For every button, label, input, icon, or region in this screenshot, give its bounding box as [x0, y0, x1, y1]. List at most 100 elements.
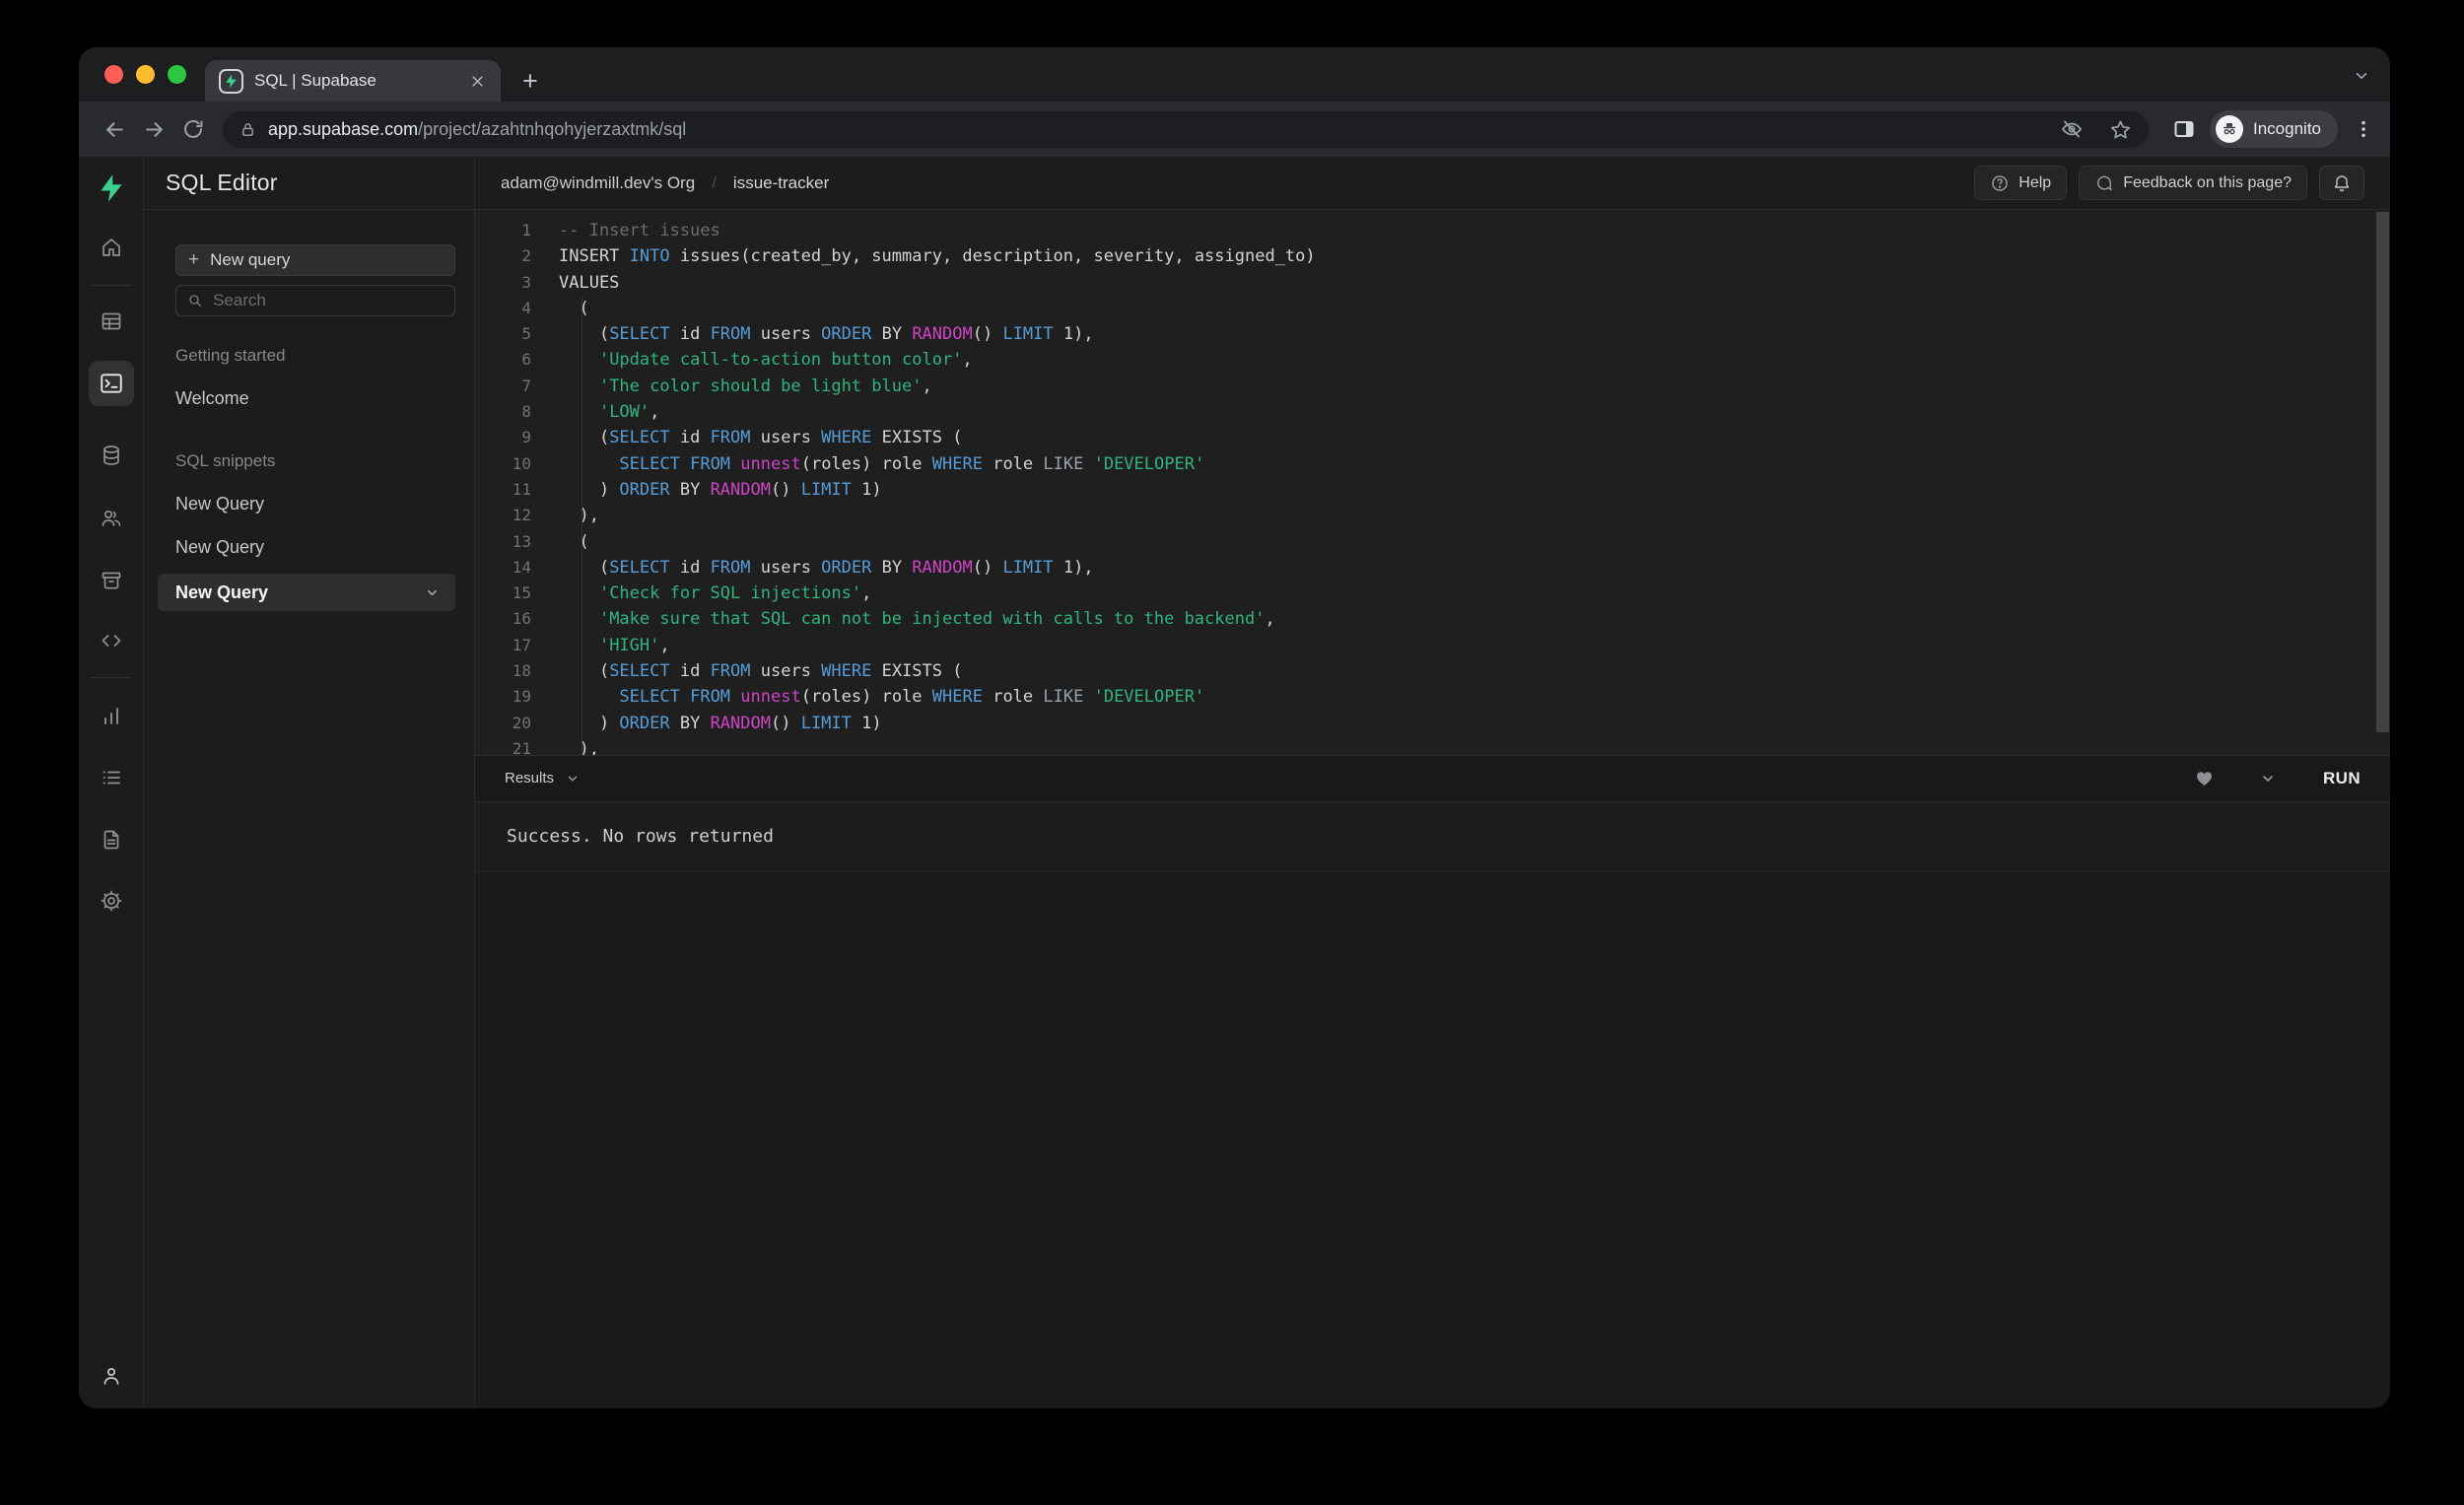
supabase-favicon-icon — [219, 68, 243, 94]
line-number: 11 — [512, 479, 531, 499]
code-line[interactable]: 8 'LOW', — [475, 399, 2390, 425]
page-title: SQL Editor — [166, 170, 278, 195]
help-icon — [1992, 174, 2009, 191]
code-line[interactable]: 3 VALUES — [475, 270, 2390, 296]
database-icon[interactable] — [92, 436, 131, 475]
back-icon[interactable] — [95, 109, 134, 149]
search-input[interactable] — [213, 291, 444, 310]
bell-icon — [2334, 174, 2350, 191]
new-tab-button[interactable]: + — [522, 60, 538, 102]
incognito-icon — [2216, 115, 2243, 143]
results-dropdown[interactable]: Results — [505, 770, 554, 787]
code-line[interactable]: 2 INSERT INTO issues(created_by, summary,… — [475, 243, 2390, 269]
results-chevron-icon[interactable] — [566, 772, 580, 786]
code-line[interactable]: 20 ) ORDER BY RANDOM() LIMIT 1) — [475, 711, 2390, 736]
docs-icon[interactable] — [92, 820, 131, 859]
url-bar[interactable]: app.supabase.com/project/azahtnhqohyjerz… — [223, 110, 2149, 148]
bookmark-star-icon[interactable] — [2109, 118, 2132, 141]
code-line[interactable]: 17 'HIGH', — [475, 633, 2390, 658]
code-line[interactable]: 18 (SELECT id FROM users WHERE EXISTS ( — [475, 658, 2390, 684]
line-number: 12 — [512, 506, 531, 525]
line-number: 18 — [512, 661, 531, 681]
line-number: 16 — [512, 609, 531, 629]
line-number: 4 — [521, 298, 531, 317]
account-icon[interactable] — [92, 1356, 131, 1396]
save-chevron-icon[interactable] — [2260, 771, 2276, 787]
code-line[interactable]: 12 ), — [475, 503, 2390, 528]
line-number: 17 — [512, 635, 531, 654]
reload-icon[interactable] — [173, 109, 213, 149]
run-button[interactable]: RUN — [2323, 769, 2361, 788]
code-line[interactable]: 7 'The color should be light blue', — [475, 374, 2390, 399]
editor-scrollbar[interactable] — [2376, 212, 2389, 755]
incognito-label: Incognito — [2253, 119, 2321, 138]
line-number: 13 — [512, 531, 531, 551]
tab-close-icon[interactable] — [468, 72, 487, 91]
line-number: 21 — [512, 738, 531, 755]
browser-tab-strip: SQL | Supabase + — [79, 47, 2390, 102]
line-number: 20 — [512, 713, 531, 732]
window-zoom-button[interactable] — [168, 65, 186, 84]
new-query-button[interactable]: + New query — [175, 244, 455, 276]
code-line[interactable]: 15 'Check for SQL injections', — [475, 581, 2390, 606]
storage-icon[interactable] — [92, 561, 131, 600]
code-line[interactable]: 11 ) ORDER BY RANDOM() LIMIT 1) — [475, 477, 2390, 503]
code-line[interactable]: 4 ( — [475, 296, 2390, 321]
edge-functions-icon[interactable] — [92, 621, 131, 660]
settings-gear-icon[interactable] — [92, 881, 131, 921]
line-number: 2 — [521, 246, 531, 266]
code-line[interactable]: 14 (SELECT id FROM users ORDER BY RANDOM… — [475, 555, 2390, 581]
code-line[interactable]: 16 'Make sure that SQL can not be inject… — [475, 606, 2390, 632]
sidebar-item-welcome[interactable]: Welcome — [175, 388, 454, 409]
code-line[interactable]: 19 SELECT FROM unnest(roles) role WHERE … — [475, 684, 2390, 710]
table-editor-icon[interactable] — [92, 302, 131, 341]
window-close-button[interactable] — [104, 65, 123, 84]
favorite-heart-icon[interactable] — [2194, 768, 2215, 788]
nav-rail — [79, 157, 144, 1408]
window-minimize-button[interactable] — [136, 65, 155, 84]
line-number: 14 — [512, 557, 531, 577]
browser-menu-icon[interactable] — [2353, 118, 2374, 140]
help-button[interactable]: Help — [1974, 166, 2068, 200]
home-icon[interactable] — [92, 228, 131, 267]
feedback-button[interactable]: Feedback on this page? — [2079, 166, 2307, 200]
tab-search-chevron-icon[interactable] — [2353, 67, 2370, 85]
chat-bubble-icon — [2097, 175, 2113, 191]
code-lines: 1 -- Insert issues 2 INSERT INTO issues(cre… — [475, 218, 2390, 755]
line-number: 5 — [521, 324, 531, 344]
sql-code-editor[interactable]: 1 -- Insert issues 2 INSERT INTO issues(cre… — [475, 210, 2390, 755]
side-panel-icon[interactable] — [2172, 117, 2196, 141]
logs-icon[interactable] — [92, 758, 131, 797]
notifications-button[interactable] — [2319, 166, 2364, 200]
code-line[interactable]: 1 -- Insert issues — [475, 218, 2390, 243]
reports-icon[interactable] — [92, 696, 131, 735]
search-box[interactable] — [175, 285, 455, 316]
supabase-logo-icon[interactable] — [92, 169, 131, 208]
sql-editor-sidebar: SQL Editor + New query Getting started W — [144, 157, 475, 1408]
scrollbar-thumb[interactable] — [2376, 212, 2389, 732]
forward-icon[interactable] — [134, 109, 173, 149]
sidebar-item-new-query-2[interactable]: New Query — [175, 537, 454, 558]
sql-editor-icon[interactable] — [89, 361, 134, 406]
code-line[interactable]: 9 (SELECT id FROM users WHERE EXISTS ( — [475, 425, 2390, 450]
window-controls — [104, 65, 186, 84]
code-line[interactable]: 6 'Update call-to-action button color', — [475, 347, 2390, 373]
breadcrumb-org[interactable]: adam@windmill.dev's Org — [501, 173, 695, 193]
browser-tab[interactable]: SQL | Supabase — [205, 60, 501, 102]
auth-users-icon[interactable] — [92, 499, 131, 538]
breadcrumb-project[interactable]: issue-tracker — [733, 173, 829, 193]
line-number: 6 — [521, 350, 531, 370]
lock-icon — [240, 121, 256, 138]
results-empty-area — [475, 870, 2390, 1408]
breadcrumb-separator: / — [712, 172, 717, 192]
breadcrumb-bar: adam@windmill.dev's Org / issue-tracker … — [475, 157, 2390, 210]
code-line[interactable]: 13 ( — [475, 529, 2390, 555]
code-line[interactable]: 5 (SELECT id FROM users ORDER BY RANDOM(… — [475, 321, 2390, 347]
code-line[interactable]: 21 ), — [475, 736, 2390, 755]
sidebar-item-new-query-active[interactable]: New Query — [158, 574, 455, 611]
line-number: 15 — [512, 583, 531, 603]
sidebar-item-new-query-1[interactable]: New Query — [175, 494, 454, 514]
chevron-down-icon[interactable] — [425, 585, 440, 600]
eye-off-icon[interactable] — [2060, 117, 2084, 141]
code-line[interactable]: 10 SELECT FROM unnest(roles) role WHERE … — [475, 451, 2390, 477]
